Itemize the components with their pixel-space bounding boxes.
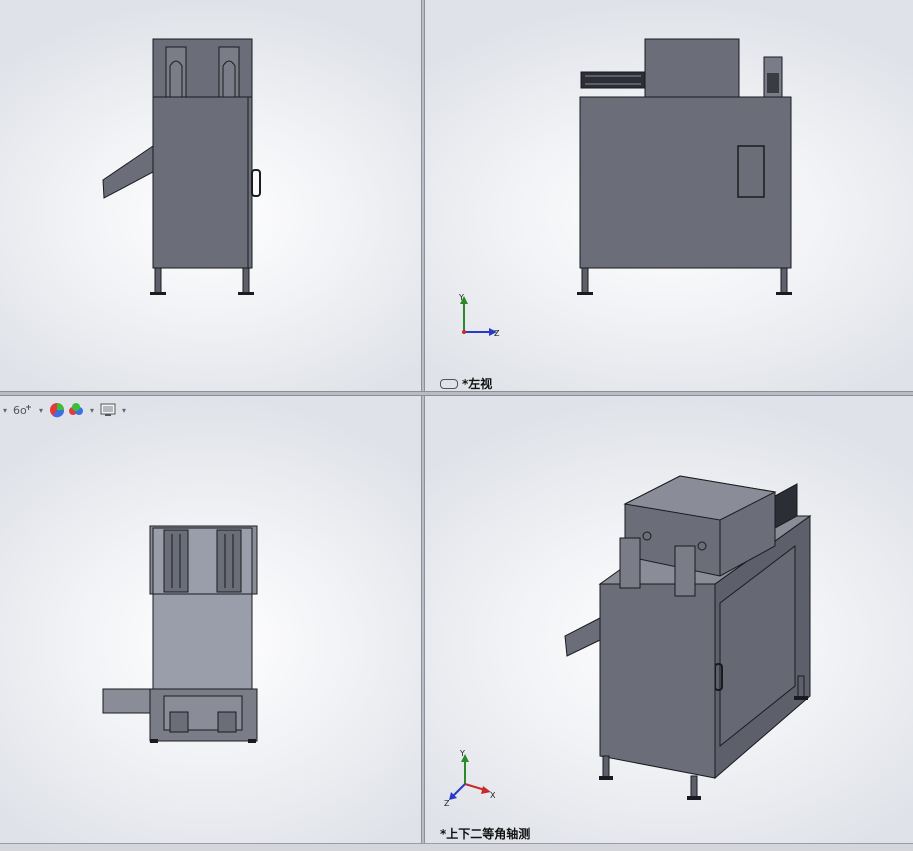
axis-y-label: Y — [458, 293, 464, 302]
axis-z-label: Z — [494, 329, 500, 338]
view-name-left: *左视 — [440, 375, 492, 391]
viewport-front[interactable] — [0, 0, 421, 391]
axis-x-label: X — [490, 791, 496, 800]
viewport-isometric[interactable]: Y X Z *上下二等角轴测 — [425, 396, 913, 843]
axis-triad-icon: Y X Z — [444, 749, 496, 808]
viewport-top[interactable]: ▾ 6o ▾ ▾ ▾ — [0, 396, 421, 843]
vertical-splitter[interactable] — [421, 0, 425, 851]
machine-front-view — [102, 38, 261, 295]
link-view-icon[interactable] — [440, 378, 458, 389]
axis-triad-icon: Y Z — [458, 293, 500, 338]
viewport-left[interactable]: Y Z *左视 — [425, 0, 913, 391]
axis-z-label: Z — [444, 799, 450, 808]
axis-y-label: Y — [459, 749, 465, 758]
status-bar — [0, 843, 913, 851]
view-name-isometric: *上下二等角轴测 — [440, 827, 531, 841]
horizontal-splitter[interactable] — [0, 391, 913, 396]
machine-top-view — [102, 525, 258, 743]
